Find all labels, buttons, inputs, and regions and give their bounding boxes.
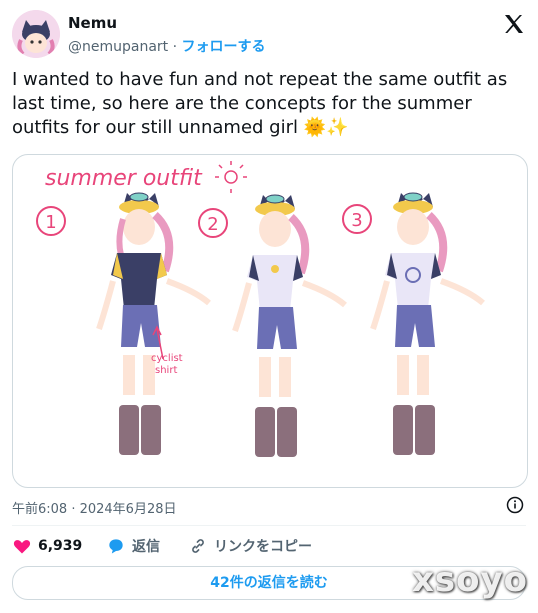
reply-label: 返信 [132, 539, 160, 555]
copy-link-label: リンクをコピー [214, 539, 312, 555]
girl-figure-outfit-2 [232, 194, 347, 457]
watermark: xsoyo [411, 560, 528, 600]
outfit-number-2: 2 [198, 208, 228, 238]
outfit-number-1: 1 [36, 206, 66, 236]
svg-text:1: 1 [45, 212, 56, 233]
tweet-media-image[interactable]: summer outfit 1 2 3 cyclist shirt [12, 154, 528, 488]
girl-figure-outfit-1 [96, 192, 211, 455]
like-count: 6,939 [38, 538, 83, 554]
x-logo-icon[interactable] [502, 12, 526, 36]
reply-bubble-icon [109, 539, 123, 554]
outfit-concept-drawing: summer outfit 1 2 3 cyclist shirt [36, 161, 485, 457]
sun-doodle-icon [215, 161, 247, 193]
divider [12, 525, 526, 526]
author-name[interactable]: Nemu [68, 14, 117, 32]
handle-row: @nemupanart · フォローする [68, 36, 266, 56]
avatar[interactable] [12, 10, 60, 58]
svg-text:2: 2 [207, 214, 218, 235]
svg-text:3: 3 [351, 210, 362, 231]
outfit-number-3: 3 [342, 204, 372, 234]
like-button[interactable]: 6,939 [12, 536, 82, 556]
reply-button[interactable]: 返信 [106, 536, 160, 556]
tweet-header: Nemu @nemupanart · フォローする [12, 10, 526, 58]
heart-icon [13, 540, 31, 554]
avatar-illustration [12, 10, 60, 58]
copy-link-button[interactable]: リンクをコピー [188, 536, 312, 556]
tweet-timestamp[interactable]: 午前6:08 · 2024年6月28日 [12, 498, 177, 517]
follow-button[interactable]: フォローする [182, 39, 266, 55]
link-icon [192, 539, 204, 553]
handle-separator: · [172, 39, 178, 55]
svg-text:shirt: shirt [155, 365, 177, 376]
drawing-title: summer outfit [45, 166, 203, 191]
author-handle[interactable]: @nemupanart [68, 39, 168, 55]
girl-figure-outfit-3 [370, 192, 485, 455]
tweet-text: I wanted to have fun and not repeat the … [12, 69, 508, 138]
svg-text:cyclist: cyclist [151, 353, 183, 364]
info-icon[interactable] [506, 496, 524, 514]
